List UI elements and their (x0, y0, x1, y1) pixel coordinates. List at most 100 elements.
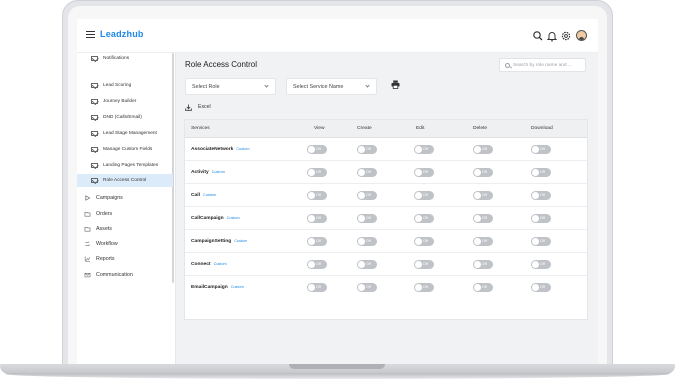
excel-export-button[interactable]: Excel (185, 102, 211, 112)
sidebar-item-landing-pages-templates[interactable]: Landing Pages Templates (91, 159, 158, 172)
sidebar-item-manage-custom-fields[interactable]: Manage Custom Fields (91, 143, 152, 156)
sidebar-item-dnd[interactable]: DND (Calls/Email) (91, 111, 142, 124)
toggle-label: Off (423, 170, 428, 174)
toggle-label: Off (316, 216, 321, 220)
custom-tag: Custom (236, 147, 250, 151)
custom-tag: Custom (202, 193, 217, 197)
toggle-knob (308, 169, 315, 176)
mail-icon (91, 83, 98, 88)
download-toggle[interactable]: Off (531, 260, 551, 269)
toggle-knob (474, 192, 481, 199)
column-header-download: Download (531, 126, 553, 131)
view-toggle[interactable]: Off (307, 168, 327, 177)
toggle-knob (358, 146, 365, 153)
delete-toggle[interactable]: Off (473, 237, 493, 246)
folder-icon (84, 211, 91, 216)
sidebar-scrollbar[interactable] (172, 53, 174, 283)
edit-toggle[interactable]: Off (414, 237, 434, 246)
download-toggle[interactable]: Off (531, 283, 551, 292)
toggle-knob (415, 146, 422, 153)
create-toggle[interactable]: Off (357, 191, 377, 200)
edit-toggle[interactable]: Off (414, 283, 434, 292)
sidebar-item-notifications[interactable]: Notifications (91, 52, 129, 65)
sidebar-item-campaigns[interactable]: Campaigns (84, 191, 123, 204)
hamburger-menu-icon[interactable] (86, 31, 95, 38)
delete-toggle[interactable]: Off (473, 168, 493, 177)
sidebar-item-assets[interactable]: Assets (84, 222, 112, 235)
select-service-dropdown[interactable]: Select Service Name (286, 78, 377, 95)
table-row: EmailCampaign Custom Off Off Off Off Off (185, 276, 587, 299)
view-toggle[interactable]: Off (307, 260, 327, 269)
edit-toggle[interactable]: Off (414, 214, 434, 223)
edit-toggle[interactable]: Off (414, 145, 434, 154)
toggle-knob (358, 169, 365, 176)
sidebar-item-workflow[interactable]: Workflow (84, 237, 118, 250)
sidebar-item-label: Manage Custom Fields (103, 147, 153, 152)
laptop-notch (289, 364, 385, 369)
view-toggle[interactable]: Off (307, 191, 327, 200)
download-toggle[interactable]: Off (531, 168, 551, 177)
app-logo[interactable]: Leadzhub (100, 29, 144, 39)
toggle-knob (415, 261, 422, 268)
delete-toggle[interactable]: Off (473, 283, 493, 292)
print-icon[interactable] (391, 80, 400, 89)
create-toggle[interactable]: Off (357, 260, 377, 269)
toggle-knob (474, 284, 481, 291)
download-toggle[interactable]: Off (531, 191, 551, 200)
create-toggle[interactable]: Off (357, 214, 377, 223)
create-toggle[interactable]: Off (357, 145, 377, 154)
toggle-label: Off (423, 193, 428, 197)
toggle-label: Off (423, 147, 428, 151)
download-toggle[interactable]: Off (531, 145, 551, 154)
download-toggle[interactable]: Off (531, 237, 551, 246)
sidebar-item-orders[interactable]: Orders (84, 207, 112, 220)
create-toggle[interactable]: Off (357, 283, 377, 292)
select-role-value: Select Role (192, 83, 220, 90)
delete-toggle[interactable]: Off (473, 145, 493, 154)
edit-toggle[interactable]: Off (414, 260, 434, 269)
sidebar-item-label: Reports (96, 255, 115, 262)
toggle-label: Off (316, 239, 321, 243)
edit-toggle[interactable]: Off (414, 191, 434, 200)
search-input[interactable]: Search by role name and ... (499, 58, 586, 72)
service-name-text: Connect (191, 262, 211, 267)
sidebar-item-reports[interactable]: Reports (84, 252, 115, 265)
role-access-table: Services View Create Edit Delete Downloa… (184, 119, 588, 320)
page-title: Role Access Control (185, 60, 258, 69)
sidebar-item-role-access-control[interactable]: Role Access Control (77, 174, 173, 187)
service-name: CampaignSetting Custom (191, 239, 247, 244)
view-toggle[interactable]: Off (307, 283, 327, 292)
edit-toggle[interactable]: Off (414, 168, 434, 177)
sidebar-item-journey-builder[interactable]: Journey Builder (91, 95, 136, 108)
column-header-create: Create (357, 126, 372, 131)
table-row: Call Custom Off Off Off Off Off (185, 184, 587, 207)
gear-icon[interactable] (560, 30, 572, 42)
mail-icon (91, 56, 98, 61)
user-avatar[interactable] (576, 30, 587, 41)
custom-tag: Custom (211, 170, 225, 174)
view-toggle[interactable]: Off (307, 237, 327, 246)
toggle-label: Off (316, 170, 321, 174)
view-toggle[interactable]: Off (307, 214, 327, 223)
create-toggle[interactable]: Off (357, 237, 377, 246)
table-row: CallCampaign Custom Off Off Off Off Off (185, 207, 587, 230)
toggle-knob (358, 215, 365, 222)
select-role-dropdown[interactable]: Select Role (185, 78, 276, 95)
sidebar-item-communication[interactable]: Communication (84, 268, 133, 281)
delete-toggle[interactable]: Off (473, 214, 493, 223)
toggle-knob (474, 169, 481, 176)
delete-toggle[interactable]: Off (473, 260, 493, 269)
app-screen: Leadzhub Notifications Lead Scoring Jour… (77, 19, 598, 364)
sidebar-item-lead-stage-management[interactable]: Lead Stage Management (91, 127, 157, 140)
toggle-knob (308, 284, 315, 291)
bell-icon[interactable] (546, 30, 558, 42)
search-icon[interactable] (532, 30, 544, 42)
create-toggle[interactable]: Off (357, 168, 377, 177)
sidebar-item-label: Lead Stage Management (103, 131, 157, 136)
download-toggle[interactable]: Off (531, 214, 551, 223)
sidebar-item-lead-scoring[interactable]: Lead Scoring (91, 79, 131, 92)
delete-toggle[interactable]: Off (473, 191, 493, 200)
toggle-knob (532, 284, 539, 291)
view-toggle[interactable]: Off (307, 145, 327, 154)
workflow-icon (85, 240, 90, 246)
